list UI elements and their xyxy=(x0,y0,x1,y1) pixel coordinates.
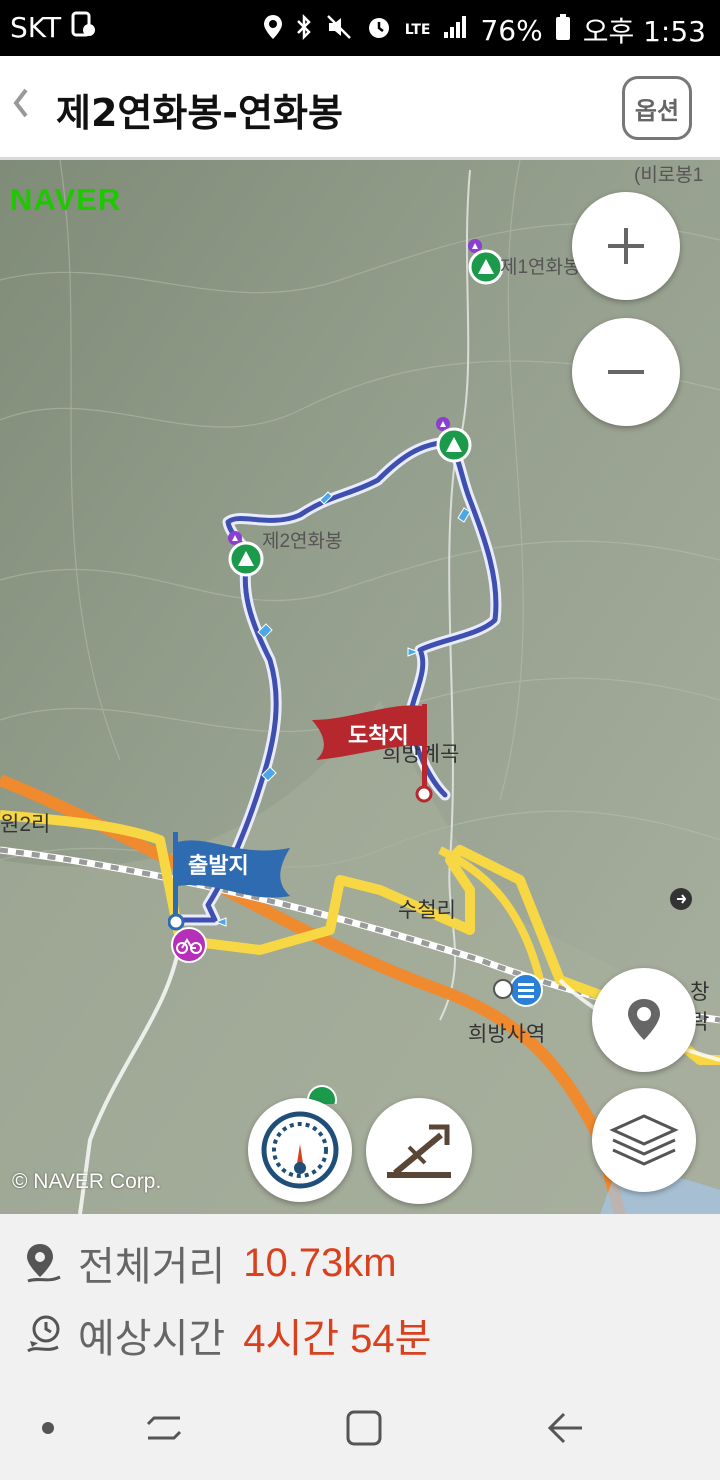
speed-button[interactable] xyxy=(248,1098,352,1202)
distance-pin-icon xyxy=(27,1244,61,1283)
app-header: 제2연화봉-연화봉 옵션 xyxy=(0,56,720,160)
elevation-button[interactable] xyxy=(366,1098,472,1204)
map-label-village1: 수철리 xyxy=(398,899,456,922)
back-button[interactable] xyxy=(6,86,36,130)
distance-label: 전체거리 xyxy=(78,1244,226,1290)
start-flag-icon xyxy=(167,832,290,931)
home-square-icon xyxy=(346,1410,382,1446)
time-clock-icon xyxy=(27,1315,60,1353)
mute-icon xyxy=(325,13,353,48)
distance-value: 10.73km xyxy=(243,1240,397,1285)
map-label-station: 희방사역 xyxy=(468,1023,546,1046)
signal-icon xyxy=(442,14,468,47)
map-label-top-right: (비로봉1 xyxy=(634,165,704,186)
layers-icon xyxy=(609,1114,679,1166)
option-button[interactable]: 옵션 xyxy=(622,76,692,140)
page-title: 제2연화봉-연화봉 xyxy=(56,91,343,135)
chevron-left-icon xyxy=(13,88,28,118)
recent-apps-button[interactable] xyxy=(142,1406,186,1450)
carrier-label: SKT xyxy=(10,11,62,44)
peak-marker-3 xyxy=(228,531,264,577)
start-flag-label: 출발지 xyxy=(188,854,249,879)
nav-dot-button[interactable] xyxy=(26,1406,70,1450)
minus-icon xyxy=(608,370,644,374)
map-layers-button[interactable] xyxy=(592,1088,696,1192)
location-pin-icon xyxy=(628,999,660,1040)
recent-apps-icon xyxy=(146,1416,182,1440)
zoom-out-button[interactable] xyxy=(572,318,680,426)
end-flag: 도착지 xyxy=(310,700,440,810)
home-button[interactable] xyxy=(342,1406,386,1450)
battery-icon xyxy=(555,13,571,48)
route-summary: 전체거리 10.73km 예상시간 4시간 54분 xyxy=(0,1214,720,1376)
dot-icon xyxy=(42,1422,54,1434)
map-label-peak2: 제2연화봉 xyxy=(262,531,343,552)
speedometer-icon xyxy=(261,1111,339,1189)
map-label-peak1: 제1연화봉 xyxy=(500,257,581,278)
time-value: 4시간 54분 xyxy=(243,1317,432,1361)
status-left: SKT xyxy=(10,10,97,45)
plus-icon xyxy=(608,228,644,264)
lte-label: LTE xyxy=(404,22,431,38)
alarm-icon xyxy=(365,13,393,48)
status-right: LTE 76% 오후 1:53 xyxy=(263,10,706,50)
system-nav-bar xyxy=(0,1376,720,1480)
location-icon xyxy=(263,13,283,48)
map-view[interactable]: NAVER 제1연화봉 제2연화봉 (비로봉1 희방계곡 수철리 원2리 희방사… xyxy=(0,160,720,1214)
time-label: 예상시간 xyxy=(78,1316,226,1362)
screen-record-icon xyxy=(71,10,97,45)
rail-station-icon xyxy=(493,979,513,999)
incline-icon xyxy=(387,1124,451,1178)
back-arrow-icon xyxy=(547,1412,582,1444)
battery-percent: 76% xyxy=(480,13,543,47)
map-copyright: © NAVER Corp. xyxy=(12,1170,162,1193)
info-marker-icon xyxy=(670,888,692,910)
end-flag-icon xyxy=(312,704,433,803)
clock: 오후 1:53 xyxy=(582,15,706,48)
time-row: 예상시간 4시간 54분 xyxy=(24,1306,431,1364)
distance-row: 전체거리 10.73km xyxy=(24,1234,397,1292)
bluetooth-icon xyxy=(295,13,313,48)
back-nav-button[interactable] xyxy=(544,1406,588,1450)
zoom-in-button[interactable] xyxy=(572,192,680,300)
peak-marker-2 xyxy=(436,417,472,463)
status-bar: SKT LTE 76% 오후 1:53 xyxy=(0,0,720,56)
current-location-button[interactable] xyxy=(592,968,696,1072)
end-flag-label: 도착지 xyxy=(348,724,409,749)
map-label-village2: 원2리 xyxy=(0,813,51,836)
start-flag: 출발지 xyxy=(167,828,298,938)
